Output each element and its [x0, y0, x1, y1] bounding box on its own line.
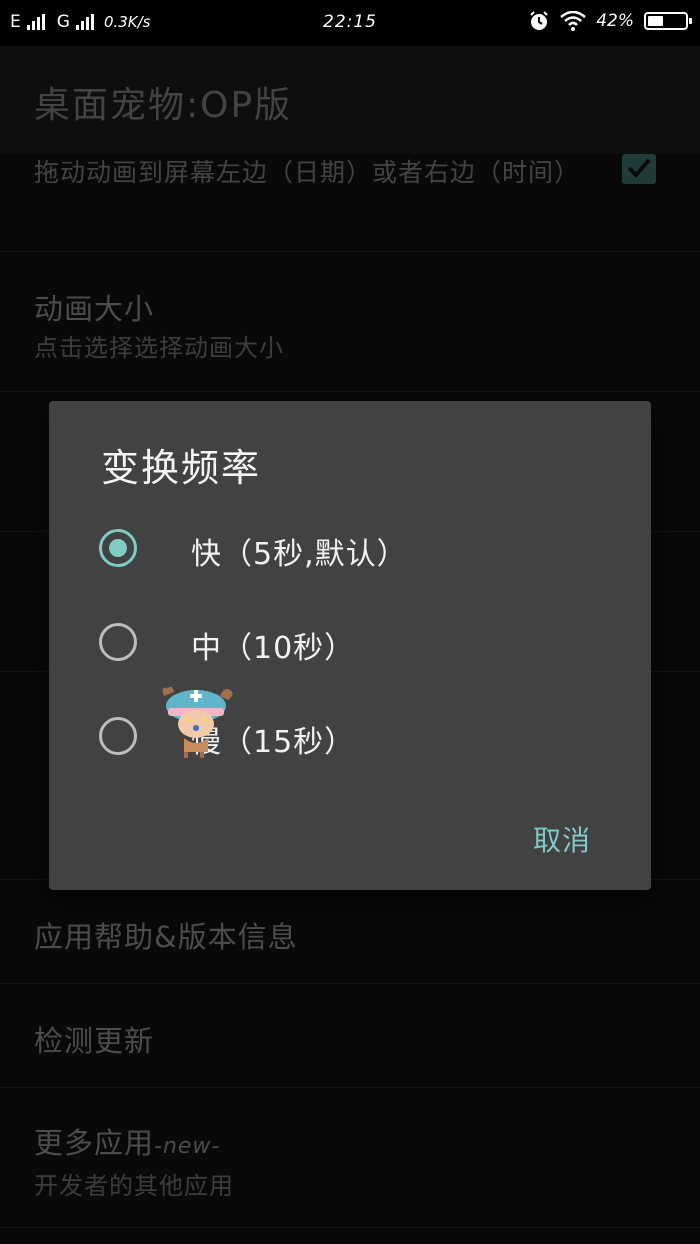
- radio-fast[interactable]: [99, 529, 137, 567]
- wifi-icon: [560, 11, 587, 31]
- radio-slow[interactable]: [99, 717, 137, 755]
- dialog-title: 变换频率: [101, 446, 262, 490]
- radio-medium[interactable]: [99, 623, 137, 661]
- status-right: 42%: [528, 10, 692, 32]
- option-fast[interactable]: 快（5秒,默认）: [49, 503, 651, 593]
- battery-icon: [644, 12, 692, 30]
- option-medium[interactable]: 中（10秒）: [49, 597, 651, 687]
- option-fast-label: 快（5秒,默认）: [191, 537, 408, 572]
- option-slow[interactable]: 慢（15秒）: [49, 691, 651, 781]
- battery-fill: [648, 16, 663, 26]
- cancel-button[interactable]: 取消: [533, 819, 591, 859]
- alarm-icon: [530, 11, 548, 30]
- status-bar: E G 0.3K/s 22:15 42%: [0, 0, 700, 46]
- frequency-dialog: 变换频率 快（5秒,默认） 中（10秒） 慢（15秒） 取消: [49, 401, 651, 890]
- battery-percent: 42%: [596, 11, 634, 31]
- option-medium-label: 中（10秒）: [191, 631, 356, 666]
- desktop-pet-sticker[interactable]: [158, 684, 236, 760]
